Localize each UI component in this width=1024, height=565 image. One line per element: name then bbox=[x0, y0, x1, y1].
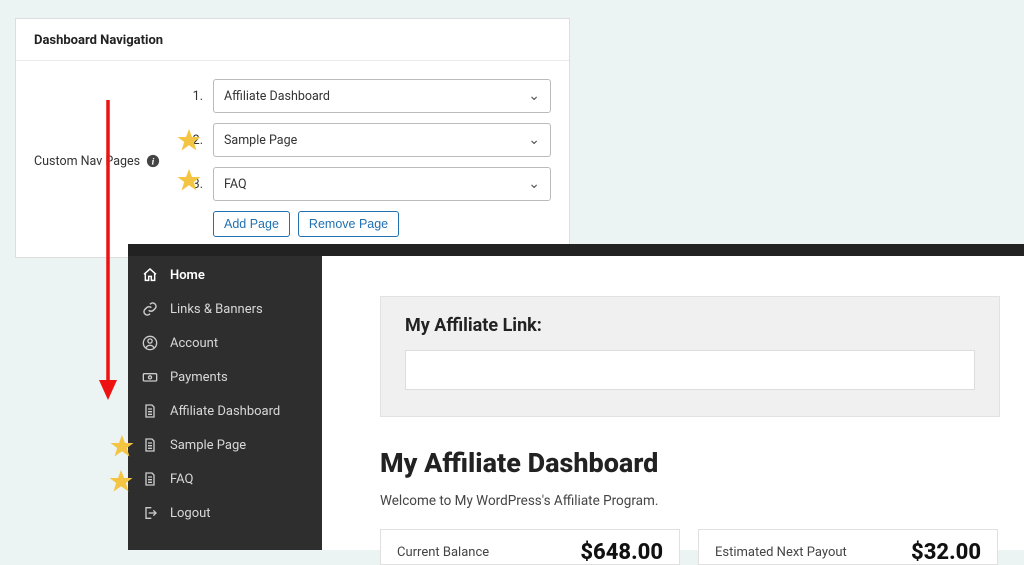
stat-label: Current Balance bbox=[397, 545, 489, 560]
panel-body: Custom Nav Pages i 1. Affiliate Dashboar… bbox=[16, 61, 569, 257]
dashboard-heading: My Affiliate Dashboard bbox=[380, 447, 1024, 479]
nav-page-row: 1. Affiliate Dashboard ⌄ bbox=[189, 79, 551, 113]
button-row: Add Page Remove Page bbox=[213, 211, 551, 237]
sidebar-item-account[interactable]: Account bbox=[128, 326, 322, 360]
stat-value: $648.00 bbox=[580, 540, 663, 565]
stat-label: Estimated Next Payout bbox=[715, 545, 847, 560]
welcome-text: Welcome to My WordPress's Affiliate Prog… bbox=[380, 493, 1024, 509]
affiliate-link-input[interactable] bbox=[405, 350, 975, 390]
sidebar-item-links[interactable]: Links & Banners bbox=[128, 292, 322, 326]
field-rows: 1. Affiliate Dashboard ⌄ 2. Sample Page … bbox=[189, 79, 551, 237]
nav-page-row: 3. FAQ ⌄ bbox=[189, 167, 551, 201]
select-value: Affiliate Dashboard bbox=[224, 89, 330, 104]
panel-title: Dashboard Navigation bbox=[34, 33, 551, 48]
stat-value: $32.00 bbox=[911, 540, 981, 565]
money-icon bbox=[142, 369, 158, 385]
affiliate-link-card: My Affiliate Link: bbox=[380, 296, 1000, 417]
sidebar-item-label: Payments bbox=[170, 370, 228, 385]
sidebar-item-label: FAQ bbox=[170, 472, 193, 487]
stat-card-balance: Current Balance $648.00 bbox=[380, 529, 680, 565]
top-bar bbox=[128, 244, 1024, 256]
row-number: 3. bbox=[189, 177, 203, 192]
sidebar-item-sample-page[interactable]: Sample Page bbox=[128, 428, 322, 462]
panel-header: Dashboard Navigation bbox=[16, 19, 569, 61]
sidebar-item-faq[interactable]: FAQ bbox=[128, 462, 322, 496]
sidebar-item-label: Sample Page bbox=[170, 438, 246, 453]
link-heading: My Affiliate Link: bbox=[405, 315, 975, 336]
sidebar-item-affiliate-dashboard[interactable]: Affiliate Dashboard bbox=[128, 394, 322, 428]
svg-text:i: i bbox=[152, 157, 155, 168]
logout-icon bbox=[142, 505, 158, 521]
page-select-2[interactable]: Sample Page ⌄ bbox=[213, 123, 551, 157]
main-content: My Affiliate Link: My Affiliate Dashboar… bbox=[322, 256, 1024, 550]
field-label: Custom Nav Pages i bbox=[34, 79, 189, 237]
sidebar-item-label: Logout bbox=[170, 506, 211, 521]
nav-page-row: 2. Sample Page ⌄ bbox=[189, 123, 551, 157]
select-value: Sample Page bbox=[224, 133, 297, 148]
page-select-1[interactable]: Affiliate Dashboard ⌄ bbox=[213, 79, 551, 113]
stat-card-payout: Estimated Next Payout $32.00 bbox=[698, 529, 998, 565]
add-page-button[interactable]: Add Page bbox=[213, 211, 290, 237]
settings-panel: Dashboard Navigation Custom Nav Pages i … bbox=[15, 18, 570, 258]
sidebar-item-logout[interactable]: Logout bbox=[128, 496, 322, 530]
info-icon[interactable]: i bbox=[146, 154, 160, 168]
home-icon bbox=[142, 267, 158, 283]
select-value: FAQ bbox=[224, 177, 247, 192]
page-select-3[interactable]: FAQ ⌄ bbox=[213, 167, 551, 201]
remove-page-button[interactable]: Remove Page bbox=[298, 211, 399, 237]
dashboard-window: Home Links & Banners Account Payments bbox=[128, 244, 1024, 550]
chevron-down-icon: ⌄ bbox=[528, 176, 540, 192]
stats-row: Current Balance $648.00 Estimated Next P… bbox=[380, 529, 1024, 565]
link-icon bbox=[142, 301, 158, 317]
sidebar-item-label: Affiliate Dashboard bbox=[170, 404, 280, 419]
document-icon bbox=[142, 437, 158, 453]
field-label-text: Custom Nav Pages bbox=[34, 154, 140, 169]
dashboard-body: Home Links & Banners Account Payments bbox=[128, 256, 1024, 550]
sidebar-item-label: Account bbox=[170, 336, 218, 351]
sidebar: Home Links & Banners Account Payments bbox=[128, 256, 322, 550]
document-icon bbox=[142, 471, 158, 487]
sidebar-item-label: Home bbox=[170, 268, 205, 283]
row-number: 1. bbox=[189, 89, 203, 104]
document-icon bbox=[142, 403, 158, 419]
sidebar-item-label: Links & Banners bbox=[170, 302, 263, 317]
user-icon bbox=[142, 335, 158, 351]
chevron-down-icon: ⌄ bbox=[528, 88, 540, 104]
sidebar-item-home[interactable]: Home bbox=[128, 258, 322, 292]
sidebar-item-payments[interactable]: Payments bbox=[128, 360, 322, 394]
row-number: 2. bbox=[189, 133, 203, 148]
chevron-down-icon: ⌄ bbox=[528, 132, 540, 148]
